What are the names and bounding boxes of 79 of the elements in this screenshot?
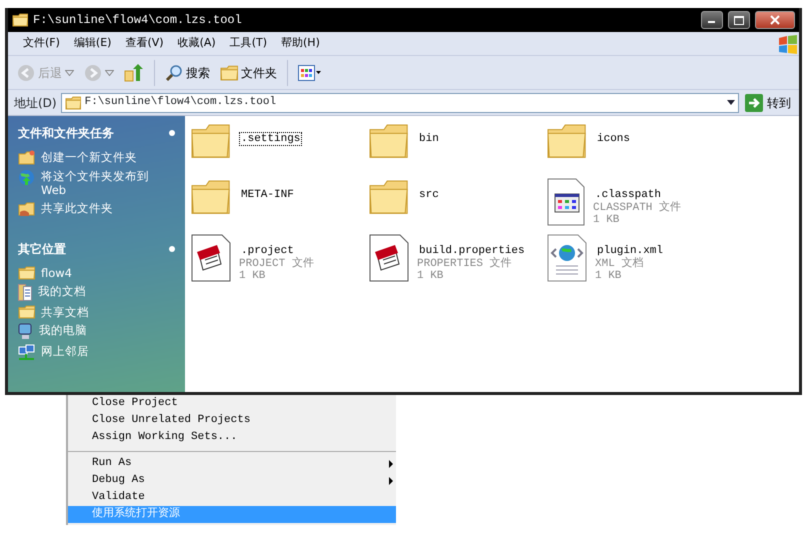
- xml-document-icon: [547, 234, 587, 282]
- file-name[interactable]: bin: [417, 132, 441, 146]
- submenu-arrow-icon: [389, 460, 393, 468]
- folder-icon: [18, 305, 35, 319]
- task-link[interactable]: 创建一个新文件夹: [41, 150, 137, 164]
- windows-logo-icon: [777, 34, 799, 54]
- computer-icon: [18, 323, 33, 340]
- close-button[interactable]: [755, 11, 795, 29]
- dropdown-caret-icon: [105, 70, 114, 76]
- menu-item[interactable]: 工具(T): [222, 35, 274, 52]
- globe-icon: [18, 169, 35, 186]
- menu-item[interactable]: Validate: [68, 489, 396, 506]
- menu-item[interactable]: Close Unrelated Projects: [68, 412, 396, 429]
- menu-item[interactable]: 收藏(A): [170, 35, 223, 52]
- menu-item[interactable]: Close Project: [68, 395, 396, 412]
- shared-folder-icon: [18, 201, 35, 216]
- folder-icon: [191, 122, 231, 160]
- folder-icon: [220, 64, 238, 80]
- menu-item[interactable]: 文件(F): [16, 35, 67, 52]
- menu-item[interactable]: Run As: [68, 455, 396, 472]
- menu-item[interactable]: 查看(V): [118, 35, 171, 52]
- menu-item[interactable]: 编辑(E): [66, 35, 118, 52]
- up-folder-icon: [124, 62, 144, 82]
- folders-button[interactable]: 文件夹: [217, 62, 280, 84]
- folder-icon: [547, 122, 587, 160]
- task-link[interactable]: flow4: [41, 266, 72, 280]
- address-field[interactable]: F:\sunline\flow4\com.lzs.tool: [60, 92, 739, 112]
- file-name[interactable]: build.properties: [417, 244, 527, 258]
- file-name[interactable]: .classpath: [593, 188, 664, 202]
- menu-item[interactable]: Debug As: [68, 472, 396, 489]
- folder-icon: [191, 178, 231, 216]
- folder-icon: [369, 178, 409, 216]
- submenu-arrow-icon: [389, 476, 393, 484]
- go-button[interactable]: 转到: [743, 94, 793, 112]
- documents-icon: [18, 284, 32, 301]
- maximize-button[interactable]: [728, 11, 750, 29]
- file-name[interactable]: plugin.xml: [595, 244, 666, 258]
- window-title: F:\sunline\flow4\com.lzs.tool: [33, 12, 243, 29]
- file-name[interactable]: META-INF: [239, 188, 296, 202]
- file-type: PROPERTIES 文件: [417, 258, 513, 270]
- menu-item[interactable]: Assign Working Sets...: [68, 429, 396, 446]
- window-document-icon: [547, 178, 585, 226]
- file-name[interactable]: .settings: [239, 132, 302, 146]
- collapse-dot-icon[interactable]: [169, 130, 175, 136]
- search-icon: [165, 64, 183, 82]
- notepad-document-icon: [369, 234, 409, 282]
- network-icon: [18, 344, 35, 361]
- folder-icon: [369, 122, 409, 160]
- address-label: 地址(D): [14, 94, 57, 112]
- search-button[interactable]: 搜索: [162, 62, 213, 84]
- file-type: CLASSPATH 文件: [593, 202, 682, 214]
- task-link[interactable]: 共享此文件夹: [41, 201, 113, 215]
- dropdown-caret-icon: [727, 100, 735, 105]
- maximize-icon: [734, 16, 744, 24]
- dropdown-caret-icon: [65, 70, 74, 76]
- file-size: 1 KB: [417, 270, 444, 282]
- close-icon: [770, 15, 780, 25]
- folder-icon: [12, 13, 28, 27]
- file-name[interactable]: icons: [595, 132, 632, 146]
- file-type: XML 文档: [595, 258, 644, 270]
- task-link[interactable]: 共享文档: [41, 305, 89, 319]
- task-link[interactable]: 将这个文件夹发布到 Web: [41, 169, 159, 197]
- folder-icon: [64, 96, 81, 110]
- folder-icon: [18, 266, 35, 280]
- file-name[interactable]: src: [417, 188, 441, 202]
- views-grid-icon: [298, 64, 322, 80]
- file-size: 1 KB: [593, 214, 620, 226]
- task-link[interactable]: 我的文档: [38, 284, 86, 298]
- menu-item[interactable]: 帮助(H): [274, 35, 327, 52]
- panel-title: 文件和文件夹任务: [18, 125, 114, 142]
- file-size: 1 KB: [239, 270, 266, 282]
- panel-title: 其它位置: [18, 241, 66, 258]
- notepad-document-icon: [191, 234, 231, 282]
- file-size: 1 KB: [595, 270, 622, 282]
- collapse-dot-icon[interactable]: [169, 246, 175, 252]
- file-name[interactable]: .project: [239, 244, 296, 258]
- file-type: PROJECT 文件: [239, 258, 314, 270]
- minimize-button[interactable]: [701, 11, 723, 29]
- folder-icon: [18, 150, 35, 165]
